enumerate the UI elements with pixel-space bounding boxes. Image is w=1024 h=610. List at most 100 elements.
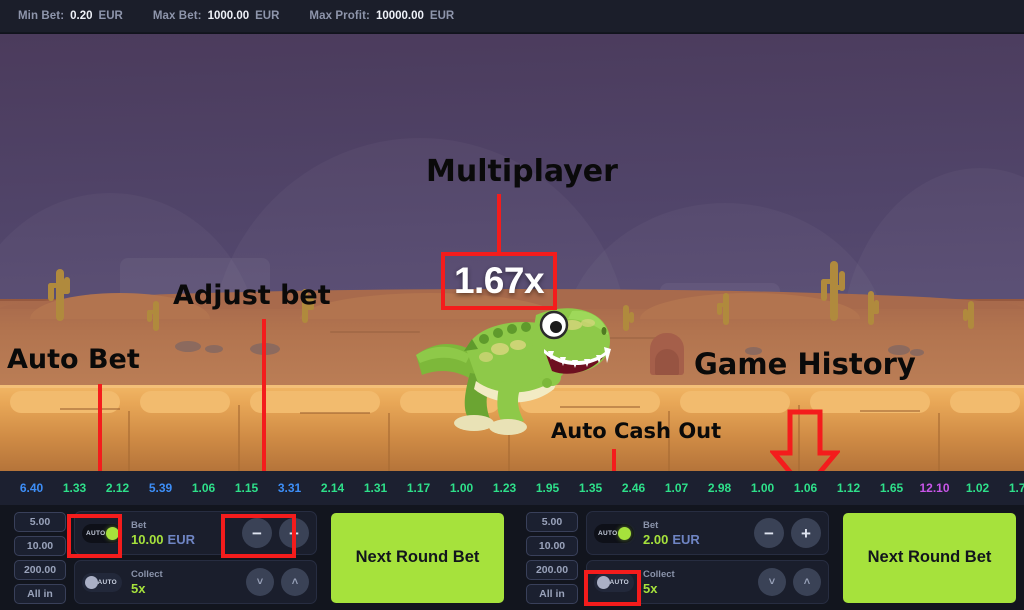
cactus-icon bbox=[862, 291, 880, 325]
collect-increase-button[interactable]: ˄ bbox=[793, 568, 821, 596]
quick-bet-button[interactable]: 5.00 bbox=[526, 511, 578, 532]
history-item[interactable]: 1.95 bbox=[526, 481, 569, 495]
min-bet-group: Min Bet: 0.20 EUR bbox=[18, 10, 123, 22]
history-item[interactable]: 2.46 bbox=[612, 481, 655, 495]
collect-stepper-left: ˅ ˄ bbox=[246, 568, 309, 596]
rock-formation-shade bbox=[655, 349, 679, 375]
cactus-icon bbox=[48, 269, 70, 321]
quick-bet-button[interactable]: 10.00 bbox=[14, 535, 66, 556]
max-bet-label: Max Bet: bbox=[152, 10, 202, 22]
history-item[interactable]: 1.15 bbox=[225, 481, 268, 495]
min-bet-currency: EUR bbox=[98, 10, 123, 22]
annotation-line-adjust-bet bbox=[262, 319, 266, 471]
betting-controls: 5.00 10.00 200.00 All in AUTO Bet 10.00 E… bbox=[0, 505, 1024, 610]
history-item[interactable]: 1.71 bbox=[999, 481, 1024, 495]
max-profit-currency: EUR bbox=[429, 10, 455, 22]
history-item[interactable]: 1.33 bbox=[53, 481, 96, 495]
annotation-adjust-bet: Adjust bet bbox=[173, 280, 331, 311]
max-bet-group: Max Bet: 1000.00 EUR bbox=[153, 10, 280, 22]
cactus-icon bbox=[147, 301, 165, 331]
bet-row-right: AUTO Bet 2.00 EUR − + bbox=[586, 511, 829, 555]
collect-row-left: AUTO Collect 5x ˅ ˄ bbox=[74, 560, 317, 604]
collect-caption: Collect bbox=[643, 568, 675, 580]
bet-amount: 10.00 bbox=[131, 531, 164, 547]
highlight-box-auto-bet bbox=[67, 514, 122, 558]
history-item[interactable]: 1.00 bbox=[741, 481, 784, 495]
bet-increase-button[interactable]: + bbox=[791, 518, 821, 548]
quick-bet-button[interactable]: 200.00 bbox=[526, 559, 578, 580]
min-bet-label: Min Bet: bbox=[18, 10, 65, 22]
history-item[interactable]: 1.35 bbox=[569, 481, 612, 495]
next-round-bet-button-right[interactable]: Next Round Bet bbox=[843, 512, 1016, 603]
quick-bet-button[interactable]: 200.00 bbox=[14, 559, 66, 580]
collect-increase-button[interactable]: ˄ bbox=[281, 568, 309, 596]
game-stage: 1.67x Multiplayer Adjust bet Auto Bet Ga… bbox=[0, 34, 1024, 471]
history-item[interactable]: 2.98 bbox=[698, 481, 741, 495]
history-item[interactable]: 3.31 bbox=[268, 481, 311, 495]
toggle-knob bbox=[618, 526, 631, 540]
multiplier-display: 1.67x bbox=[441, 252, 557, 310]
history-item[interactable]: 1.06 bbox=[182, 481, 225, 495]
bet-amount: 2.00 bbox=[643, 531, 669, 547]
auto-bet-toggle-label: AUTO bbox=[598, 529, 618, 537]
history-item[interactable]: 1.00 bbox=[440, 481, 483, 495]
game-history-strip[interactable]: 6.40 1.33 2.12 5.39 1.06 1.15 3.31 2.14 1.31 1.17… bbox=[0, 471, 1024, 505]
annotation-auto-bet: Auto Bet bbox=[7, 344, 140, 375]
history-item[interactable]: 1.23 bbox=[483, 481, 526, 495]
bet-value-left: 10.00 EUR bbox=[131, 532, 233, 547]
rock bbox=[175, 341, 201, 352]
quick-bet-column-right: 5.00 10.00 200.00 All in bbox=[526, 511, 578, 604]
collect-caption: Collect bbox=[131, 568, 163, 580]
history-item[interactable]: 1.12 bbox=[827, 481, 870, 495]
collect-info-left: Collect 5x bbox=[131, 569, 237, 596]
history-item[interactable]: 1.17 bbox=[397, 481, 440, 495]
annotation-line-auto-cash-out bbox=[612, 449, 616, 471]
history-item[interactable]: 1.65 bbox=[870, 481, 913, 495]
cactus-icon bbox=[717, 293, 735, 325]
max-profit-label: Max Profit: bbox=[309, 10, 370, 22]
bet-stepper-right: − + bbox=[754, 518, 821, 548]
cactus-icon bbox=[618, 305, 634, 331]
bet-info-left: Bet 10.00 EUR bbox=[131, 520, 233, 547]
min-bet-value: 0.20 bbox=[70, 10, 93, 22]
history-item[interactable]: 1.02 bbox=[956, 481, 999, 495]
bet-value-right: 2.00 EUR bbox=[643, 532, 745, 547]
quick-bet-button-all-in[interactable]: All in bbox=[14, 583, 66, 604]
max-bet-value: 1000.00 bbox=[207, 10, 250, 22]
history-item[interactable]: 2.12 bbox=[96, 481, 139, 495]
quick-bet-button[interactable]: 5.00 bbox=[14, 511, 66, 532]
quick-bet-button[interactable]: 10.00 bbox=[526, 535, 578, 556]
max-profit-value: 10000.00 bbox=[375, 10, 424, 22]
bet-decrease-button[interactable]: − bbox=[754, 518, 784, 548]
collect-decrease-button[interactable]: ˅ bbox=[758, 568, 786, 596]
collect-value: 5x bbox=[643, 580, 658, 596]
next-round-bet-button-left[interactable]: Next Round Bet bbox=[331, 512, 504, 603]
collect-decrease-button[interactable]: ˅ bbox=[246, 568, 274, 596]
quick-bet-button-all-in[interactable]: All in bbox=[526, 583, 578, 604]
max-bet-currency: EUR bbox=[255, 10, 280, 22]
history-items: 6.40 1.33 2.12 5.39 1.06 1.15 3.31 2.14 1.31 1.17… bbox=[10, 481, 1024, 495]
toggle-knob bbox=[85, 575, 98, 589]
auto-cashout-toggle-label: AUTO bbox=[97, 578, 117, 586]
history-item[interactable]: 1.07 bbox=[655, 481, 698, 495]
annotation-multiplayer: Multiplayer bbox=[426, 154, 618, 189]
multiplier-value: 1.67x bbox=[453, 260, 545, 301]
highlight-box-auto-cash-out bbox=[584, 570, 641, 606]
cactus-icon bbox=[963, 301, 979, 329]
bet-info-right: Bet 2.00 EUR bbox=[643, 520, 745, 547]
quick-bet-column-left: 5.00 10.00 200.00 All in bbox=[14, 511, 66, 604]
bet-caption: Bet bbox=[643, 519, 659, 531]
history-item[interactable]: 5.39 bbox=[139, 481, 182, 495]
annotation-game-history: Game History bbox=[694, 347, 916, 381]
history-item[interactable]: 1.31 bbox=[354, 481, 397, 495]
bet-currency: EUR bbox=[672, 531, 700, 547]
auto-bet-toggle-right[interactable]: AUTO bbox=[594, 523, 634, 543]
history-item[interactable]: 12.10 bbox=[913, 481, 956, 495]
info-bar: Min Bet: 0.20 EUR Max Bet: 1000.00 EUR M… bbox=[0, 0, 1024, 33]
auto-cashout-toggle-left[interactable]: AUTO bbox=[82, 572, 122, 592]
highlight-box-adjust-bet bbox=[221, 514, 296, 558]
history-item[interactable]: 1.06 bbox=[784, 481, 827, 495]
history-item[interactable]: 2.14 bbox=[311, 481, 354, 495]
collect-value: 5x bbox=[131, 580, 146, 596]
history-item[interactable]: 6.40 bbox=[10, 481, 53, 495]
